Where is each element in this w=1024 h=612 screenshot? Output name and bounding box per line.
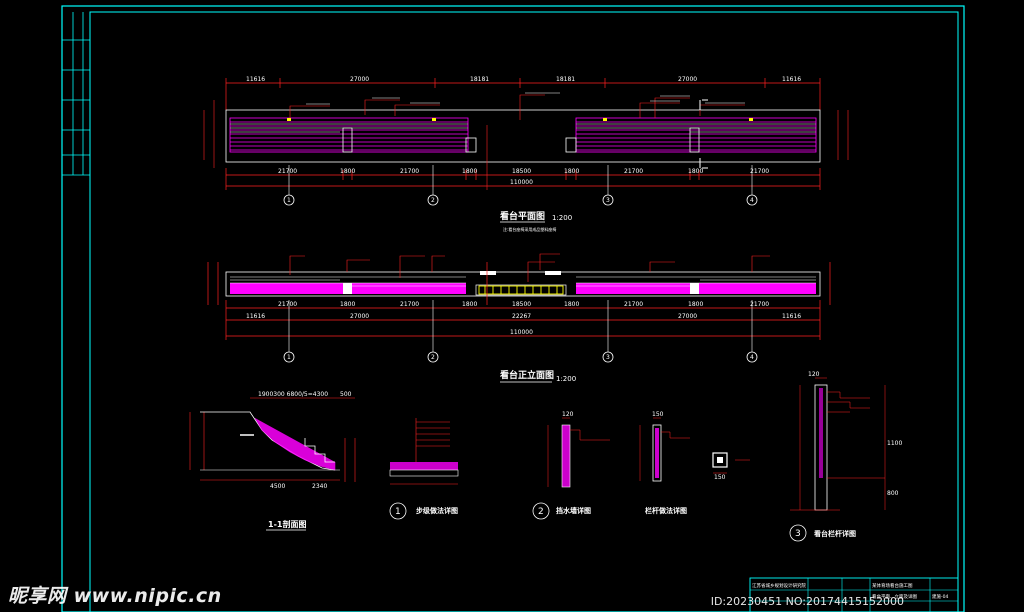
axis-label: 2 [431,354,435,361]
title-block-project: 某体育场看台施工图 [872,582,913,589]
title-block-drawing-no: 建施-04 [932,593,948,600]
detail-2-number: 2 [538,507,544,517]
elev-axis-labels: 1 2 3 4 [287,354,754,361]
detail-stand-railing [789,377,886,542]
axis-label: 1 [287,354,291,361]
section-top-dim: 1900300 6800/5=4300 [258,391,328,398]
axis-label: 2 [431,197,435,204]
elev-dim: 1800 [340,301,355,308]
axis-label: 4 [750,197,754,204]
binding-strip [62,12,90,176]
plan-note: 注:看台座椅采用成品塑料座椅 [503,226,556,232]
d5-top-dim: 120 [808,371,820,378]
plan-dim: 18181 [470,76,489,83]
detail-1-number: 1 [395,507,401,517]
axis-label: 3 [606,354,610,361]
plan-dim: 1800 [462,168,477,175]
elev-dim: 11616 [782,313,801,320]
section-right-dim: 500 [340,391,352,398]
elevation-title: 看台正立面图 [500,369,554,381]
elev-dim: 21700 [400,301,419,308]
plan-dim: 27000 [678,76,697,83]
axis-label: 4 [750,354,754,361]
detail-wall [532,417,610,520]
d4-size-dim: 150 [714,474,726,481]
sheet-outer-frame [61,5,965,612]
plan-title: 看台平面图 [500,210,545,222]
plan-dim: 18181 [556,76,575,83]
d5-h1-dim: 1100 [887,440,902,447]
title-block-company: 江苏省城乡规划设计研究院 [752,582,806,589]
elev-dim: 27000 [678,313,697,320]
elev-dim: 1800 [688,301,703,308]
detail-step [389,418,459,520]
axis-label: 1 [287,197,291,204]
section-bottom-left-dim: 4500 [270,483,285,490]
plan-dim: 21700 [750,168,769,175]
cad-drawing-sheet: 11616 27000 18181 18181 27000 11616 2170… [61,5,965,612]
watermark-id: ID:20230451 NO:20174415152000 [710,595,904,608]
plan-dim: 18500 [512,168,531,175]
elev-total-dim: 110000 [510,329,533,336]
d3-top-dim: 150 [652,411,664,418]
plan-dim: 27000 [350,76,369,83]
plan-top-dims: 11616 27000 18181 18181 27000 11616 [246,76,801,83]
detail-3-number: 3 [795,529,801,539]
elev-dim: 22267 [512,313,531,320]
plan-total-dim: 110000 [510,179,533,186]
plan-seating-bands [229,117,817,153]
plan-dim: 1800 [340,168,355,175]
plan-dim: 11616 [782,76,801,83]
plan-dim: 21700 [400,168,419,175]
plan-dim: 1800 [564,168,579,175]
axis-label: 3 [606,197,610,204]
plan-scale: 1:200 [552,214,572,222]
d5-h3-dim: 800 [887,490,899,497]
elev-dim: 1800 [564,301,579,308]
plan-dim: 11616 [246,76,265,83]
elev-dim: 11616 [246,313,265,320]
watermark-site: 昵享网 www.nipic.cn [8,585,222,607]
d2-top-dim: 120 [562,411,574,418]
elev-dim: 18500 [512,301,531,308]
plan-dim: 21700 [278,168,297,175]
section-title: 1-1剖面图 [268,519,306,529]
sheet-inner-frame [89,11,959,612]
elev-dim: 21700 [278,301,297,308]
elevation-view [207,253,831,363]
elev-dim: 1800 [462,301,477,308]
plan-dim: 1800 [688,168,703,175]
elev-dim: 21700 [750,301,769,308]
plan-axis-labels: 1 2 3 4 [287,197,754,204]
elev-dim: 27000 [350,313,369,320]
section-bottom-right-dim: 2340 [312,483,327,490]
detail-1-title: 步级做法详图 [416,506,458,515]
detail-railing-title: 栏杆做法详图 [645,506,687,515]
elev-dim: 21700 [624,301,643,308]
detail-3-title: 看台栏杆详图 [814,529,856,538]
section-1-1 [189,397,356,482]
detail-2-title: 挡水墙详图 [556,506,591,515]
detail-railing [639,417,750,482]
plan-dim: 21700 [624,168,643,175]
elevation-scale: 1:200 [556,375,576,383]
elev-bottom-dims: 21700 1800 21700 1800 18500 1800 21700 1… [246,301,801,336]
